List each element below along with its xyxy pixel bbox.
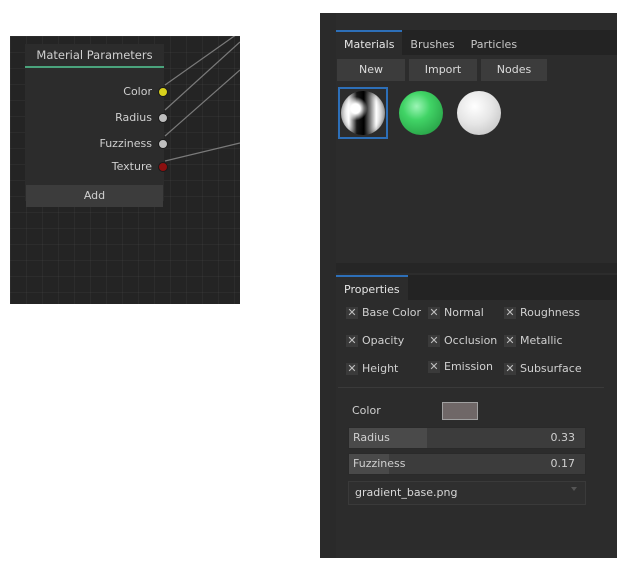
checkbox-x-icon[interactable]: ✕ <box>428 306 440 319</box>
port-label: Texture <box>111 160 152 173</box>
checkbox-emission[interactable]: ✕ Emission <box>428 360 493 373</box>
panel-body: Materials Brushes Particles New Import N… <box>336 13 617 558</box>
checkbox-normal[interactable]: ✕ Normal <box>428 306 484 319</box>
material-previews <box>338 87 504 139</box>
material-preview-white[interactable] <box>454 87 504 139</box>
checkbox-label: Normal <box>444 306 484 319</box>
port-socket-icon[interactable] <box>158 162 168 172</box>
wire-fuzziness <box>164 69 240 137</box>
checkbox-x-icon[interactable]: ✕ <box>346 306 358 319</box>
color-property: Color <box>352 401 602 421</box>
node-add-button[interactable]: Add <box>26 185 163 207</box>
white-sphere-thumbnail <box>457 91 501 135</box>
checkbox-x-icon[interactable]: ✕ <box>346 334 358 347</box>
checkbox-label: Base Color <box>362 306 422 319</box>
port-label: Color <box>123 85 152 98</box>
checkbox-occlusion[interactable]: ✕ Occlusion <box>428 334 497 347</box>
material-parameters-node[interactable]: Material Parameters Color Radius Fuzzine… <box>25 44 168 207</box>
node-title: Material Parameters <box>25 44 164 68</box>
checkbox-roughness[interactable]: ✕ Roughness <box>504 306 580 319</box>
library-tabs: Materials Brushes Particles <box>336 30 617 55</box>
tab-brushes[interactable]: Brushes <box>402 30 462 55</box>
port-socket-icon[interactable] <box>158 113 168 123</box>
panel-divider[interactable] <box>336 263 617 273</box>
chevron-down-icon <box>571 487 577 491</box>
checkbox-label: Subsurface <box>520 362 582 375</box>
port-color[interactable]: Color <box>123 84 168 100</box>
slider-value: 0.17 <box>550 457 576 470</box>
checkbox-height[interactable]: ✕ Height <box>346 362 398 375</box>
fuzziness-slider[interactable]: Fuzziness 0.17 <box>348 453 586 475</box>
checkbox-x-icon[interactable]: ✕ <box>504 306 516 319</box>
checkbox-x-icon[interactable]: ✕ <box>504 362 516 375</box>
material-preview-chrome[interactable] <box>338 87 388 139</box>
color-label: Color <box>352 404 381 417</box>
properties-separator <box>338 387 604 388</box>
chrome-sphere-thumbnail <box>341 91 385 135</box>
checkbox-label: Occlusion <box>444 334 498 347</box>
material-list-area <box>336 141 617 263</box>
texture-file-name: gradient_base.png <box>355 486 458 499</box>
checkbox-base-color[interactable]: ✕ Base Color <box>346 306 421 319</box>
checkbox-subsurface[interactable]: ✕ Subsurface <box>504 362 582 375</box>
color-swatch[interactable] <box>442 402 478 420</box>
tab-particles[interactable]: Particles <box>463 30 525 55</box>
tab-materials[interactable]: Materials <box>336 30 403 55</box>
checkbox-opacity[interactable]: ✕ Opacity <box>346 334 404 347</box>
port-radius[interactable]: Radius <box>115 110 168 126</box>
checkbox-x-icon[interactable]: ✕ <box>428 360 440 373</box>
checkbox-x-icon[interactable]: ✕ <box>346 362 358 375</box>
checkbox-label: Opacity <box>362 334 405 347</box>
radius-slider[interactable]: Radius 0.33 <box>348 427 586 449</box>
slider-label: Fuzziness <box>353 457 406 470</box>
texture-file-dropdown[interactable]: gradient_base.png <box>348 481 586 505</box>
slider-value: 0.33 <box>550 431 576 444</box>
checkbox-label: Height <box>362 362 399 375</box>
checkbox-x-icon[interactable]: ✕ <box>428 334 440 347</box>
green-sphere-thumbnail <box>399 91 443 135</box>
material-preview-green[interactable] <box>396 87 446 139</box>
port-fuzziness[interactable]: Fuzziness <box>99 136 168 152</box>
new-button[interactable]: New <box>337 59 405 81</box>
port-texture[interactable]: Texture <box>111 159 168 175</box>
port-label: Fuzziness <box>99 137 152 150</box>
properties-tabs: Properties <box>336 275 617 300</box>
port-label: Radius <box>115 111 152 124</box>
wire-radius <box>164 41 240 111</box>
checkbox-x-icon[interactable]: ✕ <box>504 334 516 347</box>
checkbox-label: Metallic <box>520 334 563 347</box>
checkbox-metallic[interactable]: ✕ Metallic <box>504 334 563 347</box>
library-toolbar: New Import Nodes <box>337 59 547 81</box>
wire-texture <box>164 142 240 162</box>
material-panel: Materials Brushes Particles New Import N… <box>320 13 617 558</box>
slider-label: Radius <box>353 431 390 444</box>
checkbox-label: Emission <box>444 360 493 373</box>
port-socket-icon[interactable] <box>158 87 168 97</box>
tab-properties[interactable]: Properties <box>336 275 408 300</box>
checkbox-label: Roughness <box>520 306 581 319</box>
port-socket-icon[interactable] <box>158 139 168 149</box>
wire-color <box>164 36 236 86</box>
nodes-button[interactable]: Nodes <box>481 59 547 81</box>
import-button[interactable]: Import <box>409 59 477 81</box>
node-editor-canvas[interactable]: Material Parameters Color Radius Fuzzine… <box>10 36 240 304</box>
